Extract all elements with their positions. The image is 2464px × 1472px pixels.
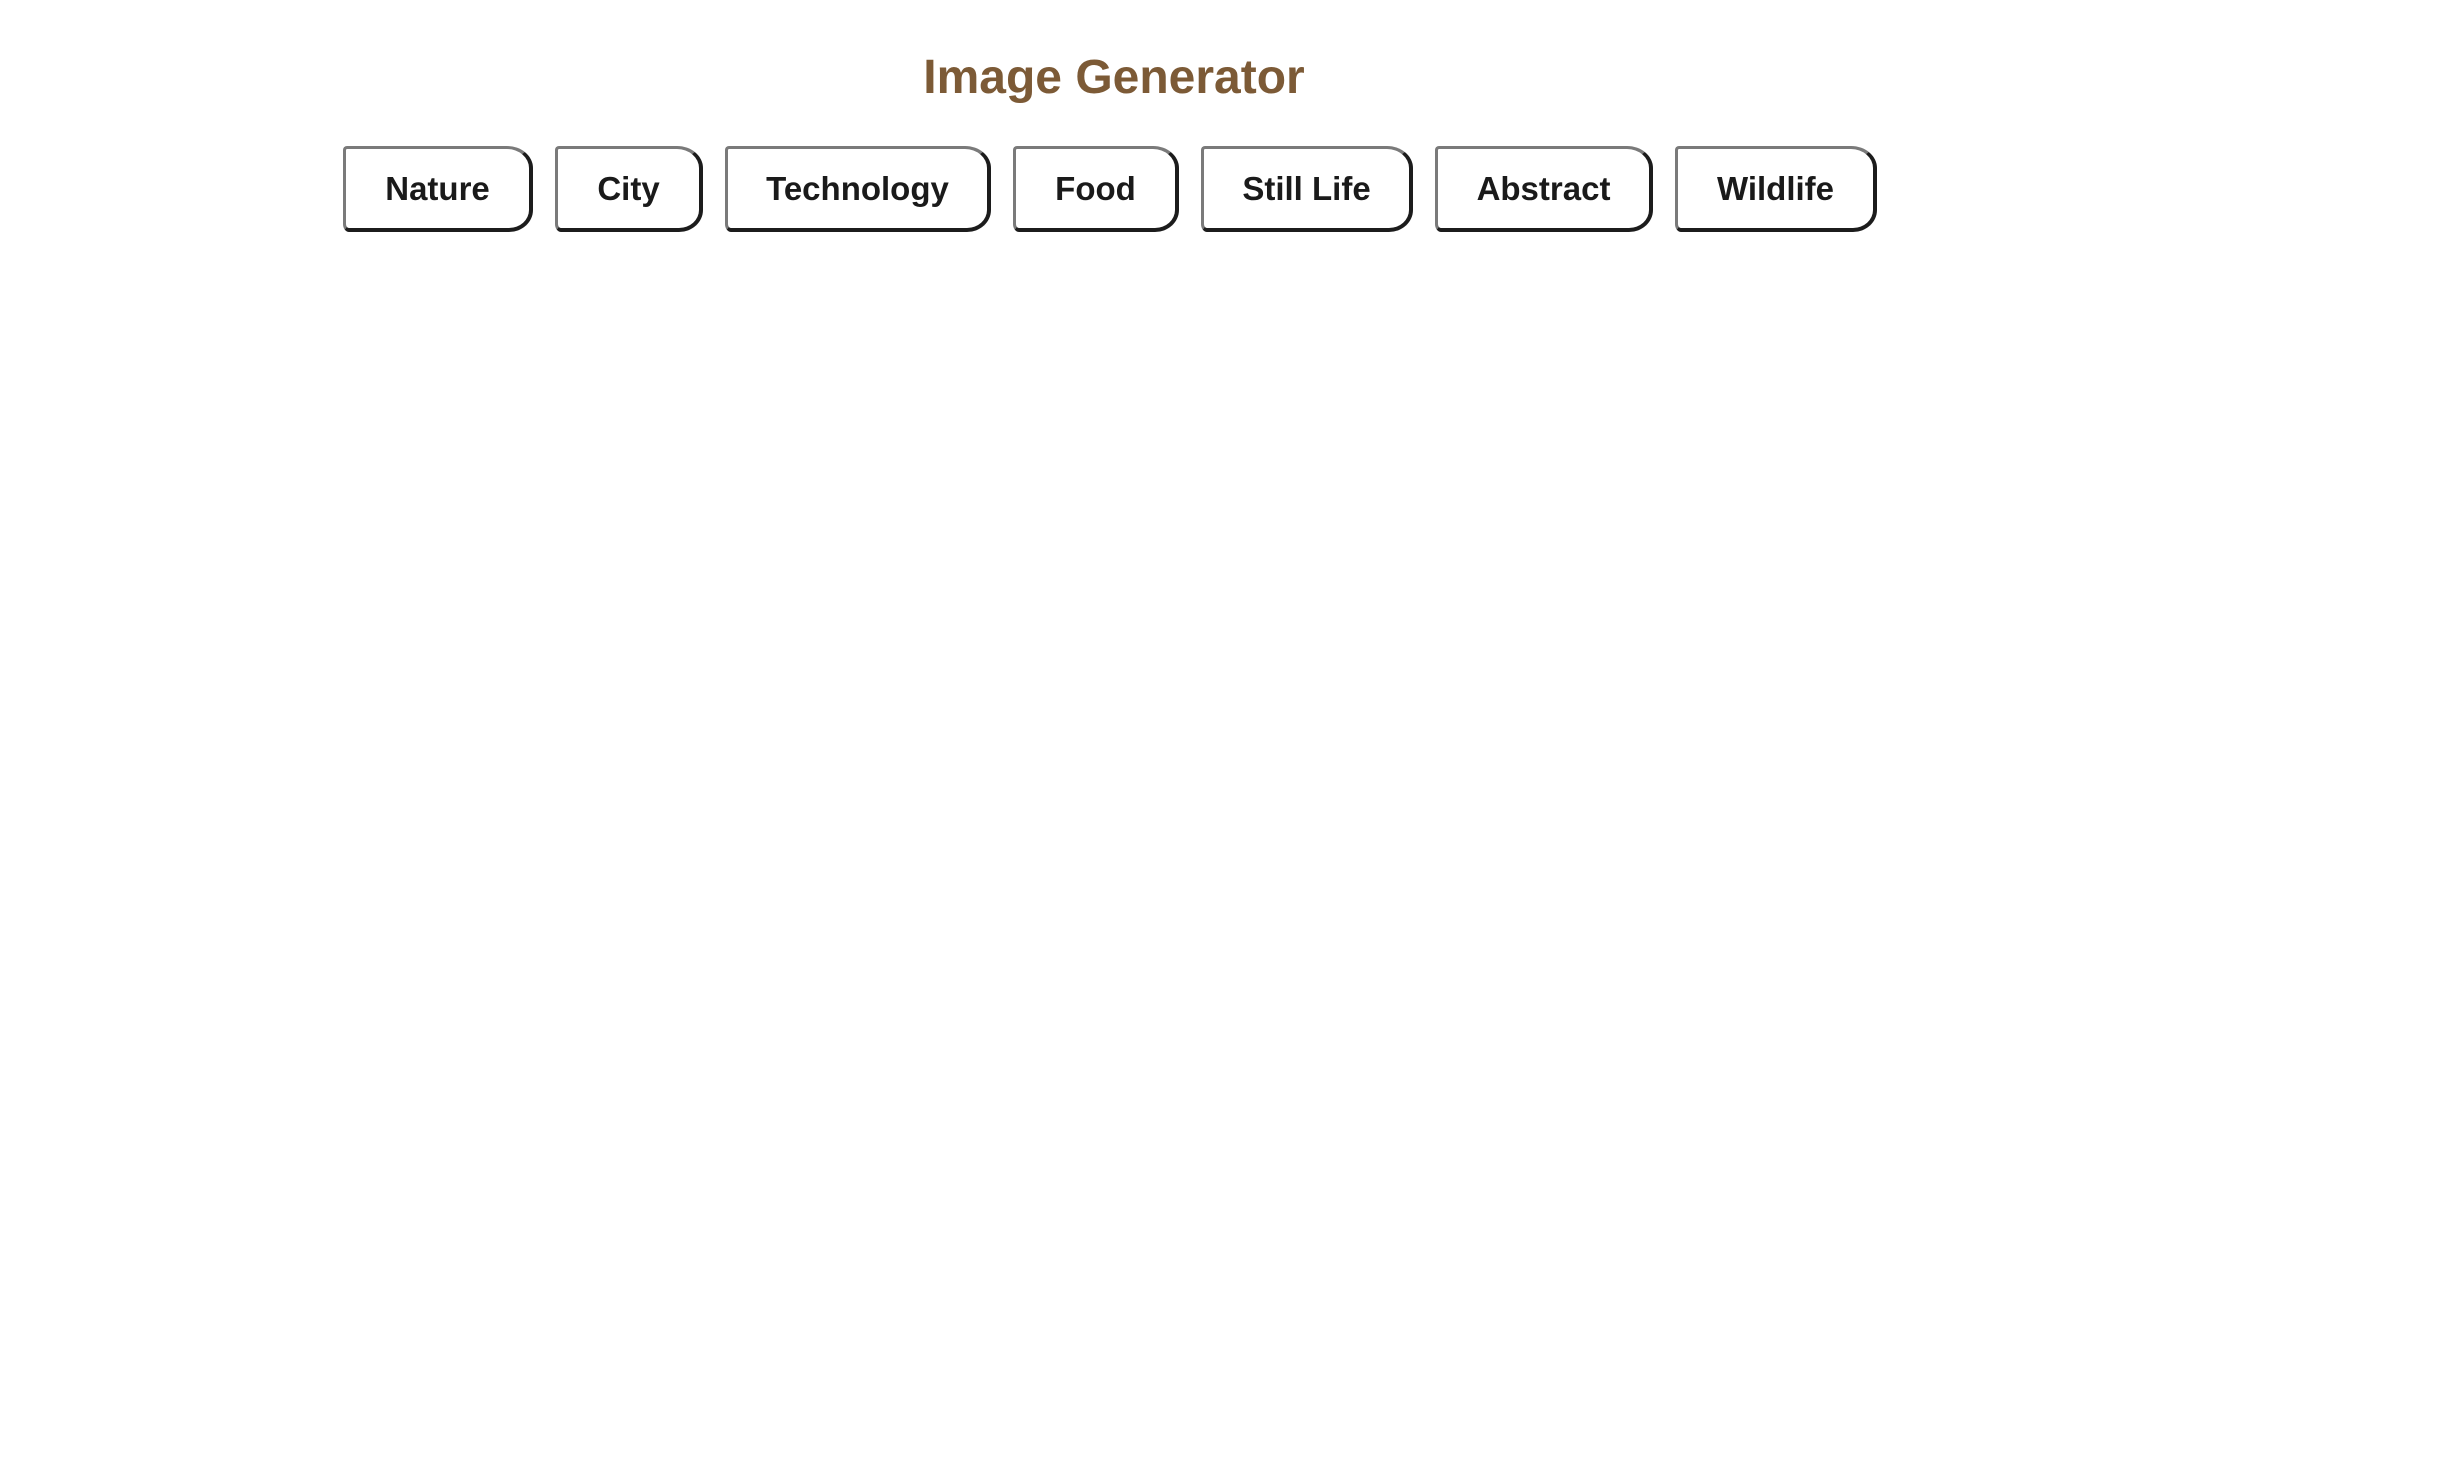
- category-button-nature[interactable]: Nature: [343, 146, 533, 232]
- category-button-wildlife[interactable]: Wildlife: [1675, 146, 1877, 232]
- category-button-food[interactable]: Food: [1013, 146, 1179, 232]
- image-gallery-area: [343, 262, 1873, 1412]
- category-button-technology[interactable]: Technology: [725, 146, 991, 232]
- page-title: Image Generator: [923, 51, 1305, 104]
- category-button-still-life[interactable]: Still Life: [1201, 146, 1413, 232]
- image-generator-app: Image Generator Nature City Technology F…: [0, 0, 2464, 1472]
- category-button-city[interactable]: City: [555, 146, 703, 232]
- category-button-abstract[interactable]: Abstract: [1435, 146, 1653, 232]
- category-button-bar: Nature City Technology Food Still Life A…: [343, 146, 1877, 232]
